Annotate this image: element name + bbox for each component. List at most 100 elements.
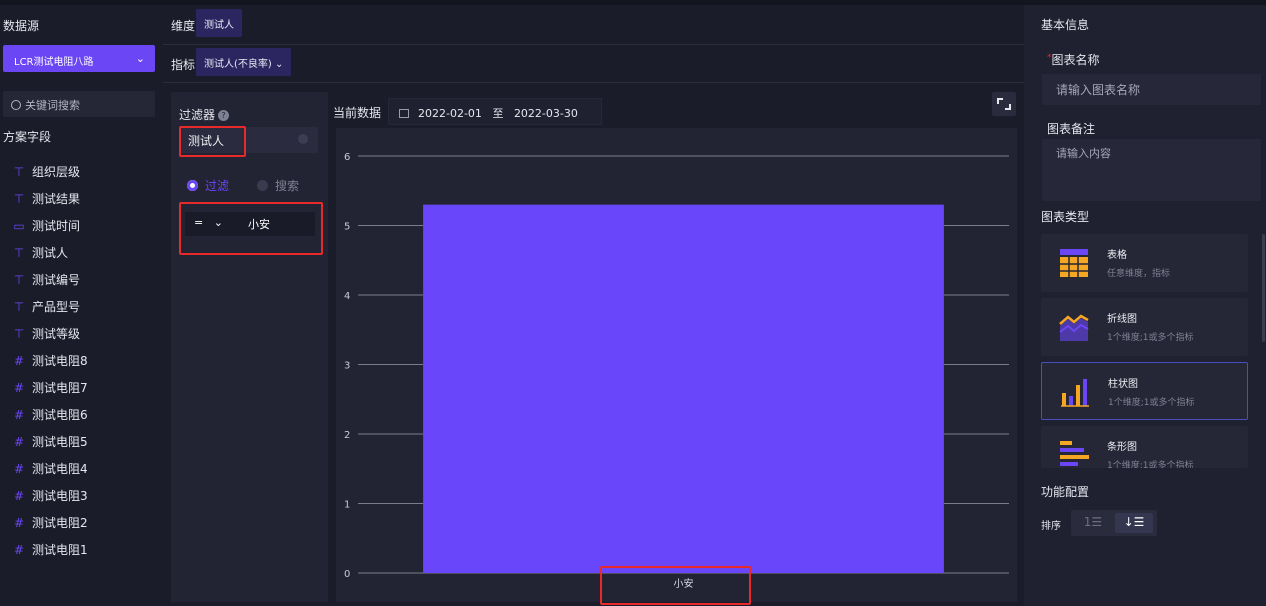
fields-title: 方案字段 [3,130,52,144]
number-icon: # [13,516,25,530]
number-icon: # [13,543,25,557]
chart-area: 0 1 2 3 4 5 6 小安 [336,128,1017,602]
date-separator: 至 [492,107,504,120]
close-icon[interactable] [298,134,308,144]
field-label: 测试电阻8 [32,354,88,368]
field-item[interactable]: # 测试电阻7 [12,379,88,399]
number-icon: # [13,462,25,476]
sort-ascending-icon[interactable]: 1☰ [1075,513,1111,533]
chart-type-table[interactable]: 表格 任意维度，指标 [1041,234,1248,292]
radio-unchecked-icon [257,180,268,191]
field-item[interactable]: # 测试电阻5 [12,433,88,453]
bar[interactable] [423,204,944,573]
field-label: 测试电阻1 [32,543,88,557]
chevron-down-icon: ⌄ [135,52,145,65]
chart-type-title: 图表类型 [1041,210,1090,224]
field-label: 测试编号 [32,273,81,287]
field-item[interactable]: # 测试电阻2 [12,514,88,534]
field-item[interactable]: ⊤ 测试人 [12,244,68,264]
number-icon: # [13,354,25,368]
field-item[interactable]: ▭ 测试时间 [12,217,80,237]
chart-type-desc: 1个维度;1或多个指标 [1108,398,1195,408]
table-icon [1060,249,1088,277]
field-item[interactable]: ⊤ 测试编号 [12,271,80,291]
help-icon[interactable]: ? [218,110,230,121]
radio-search[interactable]: 搜索 [257,177,299,194]
highlight-box-category [600,566,751,605]
basic-info-title: 基本信息 [1041,18,1090,32]
y-tick-label: 4 [344,291,350,302]
field-label: 测试人 [32,246,69,260]
number-icon: # [13,435,25,449]
field-item[interactable]: # 测试电阻1 [12,541,88,561]
chart-type-name: 表格 [1107,250,1127,261]
number-icon: # [13,381,25,395]
filter-panel: 过滤器? 测试人 过滤 搜索 = ⌄ 小安 [171,92,328,602]
metric-chip[interactable]: 测试人(不良率) ⌄ [196,48,292,76]
chart-note-textarea[interactable]: 请输入内容 [1042,139,1261,201]
field-label: 测试电阻2 [32,516,88,530]
field-item[interactable]: ⊤ 产品型号 [12,298,80,318]
field-label: 测试电阻3 [32,489,88,503]
field-label: 产品型号 [32,300,81,314]
horizontal-bar-icon [1060,441,1089,466]
keyword-search-input[interactable]: 关键词搜索 [3,91,155,117]
dimension-row: 维度 测试人 [163,5,1024,45]
field-item[interactable]: # 测试电阻6 [12,406,88,426]
bar-chart: 0123456小安 [344,152,1009,590]
y-tick-label: 6 [344,152,350,163]
highlight-box-condition [179,202,323,255]
chart-type-column[interactable]: 柱状图 1个维度;1或多个指标 [1041,362,1248,420]
radio-filter[interactable]: 过滤 [187,177,229,194]
y-tick-label: 2 [344,430,350,441]
metric-value: 测试人(不良率) [204,59,272,70]
column-chart-icon [1061,379,1089,407]
text-icon: ⊤ [13,273,25,287]
field-label: 测试电阻6 [32,408,88,422]
y-tick-label: 0 [344,569,350,580]
datasource-title: 数据源 [3,19,40,33]
y-tick-label: 3 [344,361,350,372]
scrollbar[interactable] [1262,234,1265,342]
datasource-select[interactable]: LCR测试电阻八路 ⌄ [3,45,155,72]
text-icon: ⊤ [13,327,25,341]
field-item[interactable]: # 测试电阻8 [12,352,88,372]
expand-button[interactable] [992,92,1016,116]
current-data-label: 当前数据 [333,106,382,120]
date-start: 2022-02-01 [418,107,482,120]
expand-icon [997,98,1011,110]
field-item[interactable]: ⊤ 测试等级 [12,325,80,345]
filter-title: 过滤器? [179,106,230,123]
left-panel: 数据源 LCR测试电阻八路 ⌄ 关键词搜索 方案字段 ⊤ 组织层级 ⊤ 测试结果 ▭ 测试… [0,5,163,606]
chart-note-label: 图表备注 [1047,122,1096,136]
metric-label: 指标 [171,58,196,72]
field-label: 测试结果 [32,192,81,206]
search-icon [11,100,21,110]
text-icon: ⊤ [13,192,25,206]
sort-label: 排序 [1041,521,1061,532]
field-item[interactable]: ⊤ 测试结果 [12,190,80,210]
chart-type-line[interactable]: 折线图 1个维度;1或多个指标 [1041,298,1248,356]
line-chart-icon [1059,314,1089,341]
datasource-value: LCR测试电阻八路 [14,57,94,68]
field-item[interactable]: ⊤ 组织层级 [12,163,80,183]
chart-name-label: *图表名称 [1047,53,1100,67]
field-item[interactable]: # 测试电阻3 [12,487,88,507]
date-range-picker[interactable]: 2022-02-01 至 2022-03-30 [388,98,602,125]
sort-descending-icon[interactable]: ↓☰ [1115,513,1153,533]
metric-row: 指标 测试人(不良率) ⌄ [163,45,1024,83]
chart-type-name: 条形图 [1107,442,1137,453]
field-label: 组织层级 [32,165,81,179]
text-icon: ⊤ [13,165,25,179]
field-item[interactable]: # 测试电阻4 [12,460,88,480]
text-icon: ⊤ [13,300,25,314]
field-label: 测试时间 [32,219,81,233]
chart-name-input[interactable]: 请输入图表名称 [1042,74,1261,105]
date-icon: ▭ [13,219,25,233]
field-label: 测试电阻4 [32,462,88,476]
dimension-label: 维度 [171,19,196,33]
radio-checked-icon [187,180,198,191]
dimension-chip[interactable]: 测试人 [196,9,242,37]
chart-type-horizontal-bar[interactable]: 条形图 1个维度;1或多个指标 [1041,426,1248,468]
chart-type-name: 柱状图 [1108,379,1138,390]
